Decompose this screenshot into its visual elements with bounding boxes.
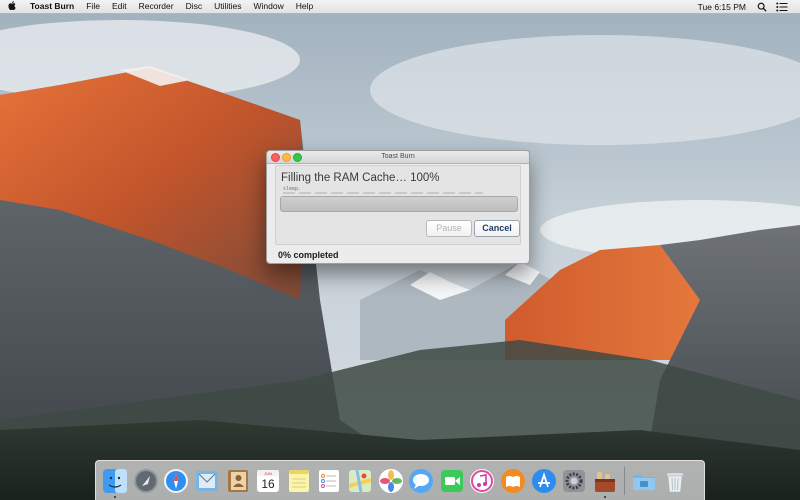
app-store-icon[interactable] bbox=[531, 468, 557, 494]
menu-utilities[interactable]: Utilities bbox=[208, 0, 247, 13]
menu-recorder[interactable]: Recorder bbox=[133, 0, 180, 13]
menu-app-name[interactable]: Toast Burn bbox=[24, 0, 80, 13]
menu-bar: Toast Burn File Edit Recorder Disc Utili… bbox=[0, 0, 800, 14]
menu-window[interactable]: Window bbox=[248, 0, 290, 13]
finder-icon[interactable] bbox=[102, 468, 128, 498]
dock-separator bbox=[624, 466, 626, 495]
cancel-button[interactable]: Cancel bbox=[474, 220, 520, 237]
ibooks-icon[interactable] bbox=[500, 468, 526, 494]
apple-logo-icon[interactable] bbox=[0, 1, 24, 12]
progress-heading: Filling the RAM Cache… 100% bbox=[281, 172, 440, 184]
contacts-icon[interactable] bbox=[225, 468, 251, 494]
mail-icon[interactable] bbox=[194, 468, 220, 494]
itunes-icon[interactable] bbox=[469, 468, 495, 494]
status-text: 0% completed bbox=[278, 250, 339, 260]
menu-disc[interactable]: Disc bbox=[180, 0, 209, 13]
messages-icon[interactable] bbox=[408, 468, 434, 494]
toast-burn-window: Toast Burn Filling the RAM Cache… 100% s… bbox=[266, 150, 530, 264]
menu-help[interactable]: Help bbox=[290, 0, 319, 13]
toast-icon[interactable] bbox=[592, 468, 618, 498]
menu-edit[interactable]: Edit bbox=[106, 0, 133, 13]
calendar-icon[interactable]: JUN 16 bbox=[255, 468, 281, 494]
calendar-day: 16 bbox=[262, 477, 276, 491]
search-icon[interactable] bbox=[756, 2, 768, 12]
notes-icon[interactable] bbox=[286, 468, 312, 494]
window-title: Toast Burn bbox=[381, 153, 415, 160]
trash-icon[interactable] bbox=[662, 468, 688, 494]
safari-icon[interactable] bbox=[163, 468, 189, 494]
system-preferences-icon[interactable] bbox=[561, 468, 587, 494]
calendar-month: JUN bbox=[264, 471, 272, 476]
menu-file[interactable]: File bbox=[80, 0, 106, 13]
notification-center-icon[interactable] bbox=[776, 2, 788, 12]
log-ghost-text bbox=[283, 192, 483, 194]
window-titlebar[interactable]: Toast Burn bbox=[267, 151, 529, 164]
reminders-icon[interactable] bbox=[316, 468, 342, 494]
launchpad-icon[interactable] bbox=[133, 468, 159, 494]
maps-icon[interactable] bbox=[347, 468, 373, 494]
downloads-folder-icon[interactable] bbox=[631, 468, 657, 494]
facetime-icon[interactable] bbox=[439, 468, 465, 494]
progress-bar bbox=[280, 196, 518, 212]
dock: JUN 16 bbox=[95, 460, 705, 500]
pause-button[interactable]: Pause bbox=[426, 220, 472, 237]
progress-panel: Filling the RAM Cache… 100% sleep. Pause… bbox=[275, 165, 521, 245]
photos-icon[interactable] bbox=[378, 468, 404, 494]
menubar-clock[interactable]: Tue 6:15 PM bbox=[692, 2, 752, 12]
